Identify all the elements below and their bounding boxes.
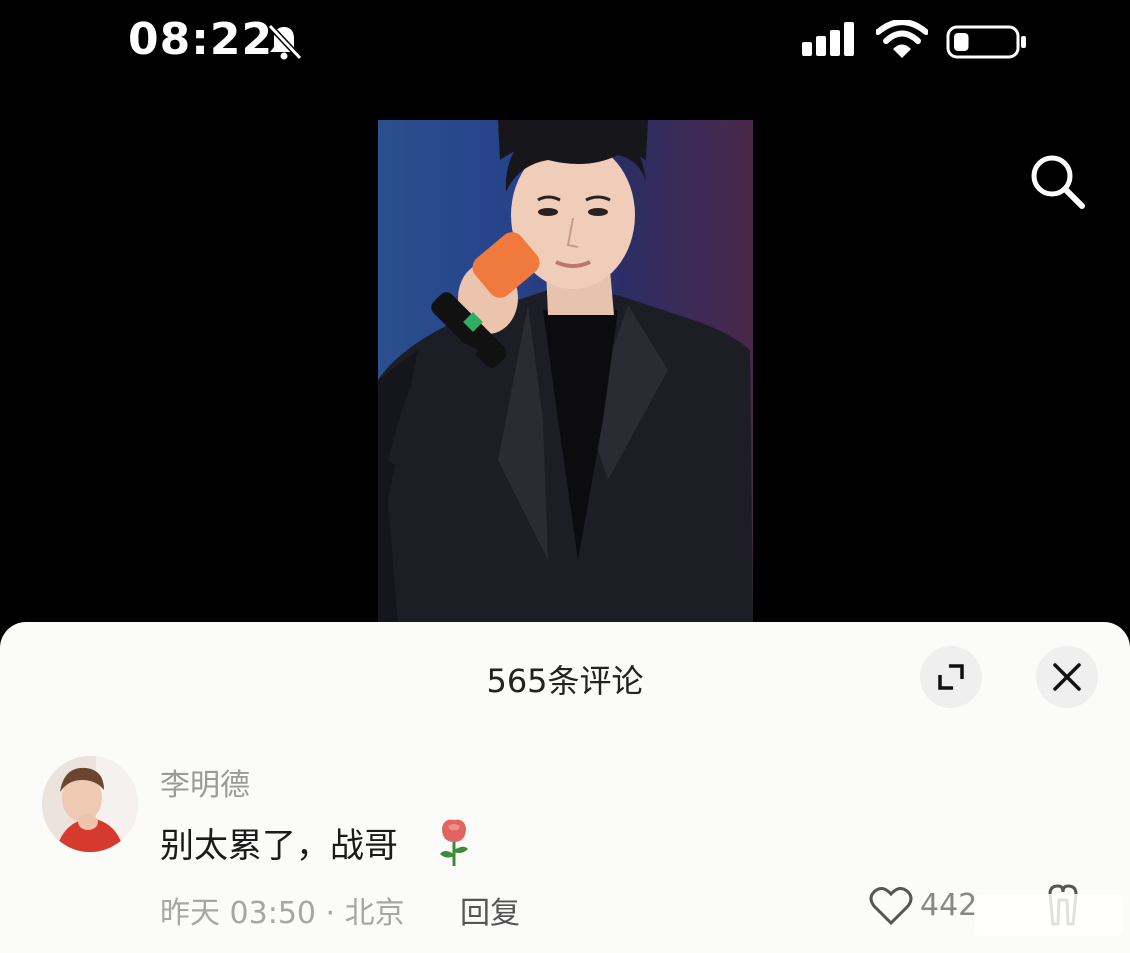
- heart-icon[interactable]: [868, 884, 914, 926]
- battery-icon: [946, 25, 1026, 59]
- status-bar: 08:22: [0, 0, 1130, 86]
- comment-sheet: 565条评论 李明德 别太累了，战哥 昨天 03:50 · 北京 回复 442: [0, 622, 1130, 953]
- rose-icon: [440, 819, 468, 866]
- signal-icon: [802, 22, 854, 56]
- expand-button[interactable]: [920, 646, 982, 708]
- comment-text: 别太累了，战哥: [160, 826, 398, 866]
- person-photo-illustration: [378, 120, 753, 622]
- close-icon: [1053, 663, 1081, 691]
- status-time: 08:22: [128, 14, 274, 65]
- avatar[interactable]: [42, 756, 138, 852]
- comment-time-location: 昨天 03:50 · 北京: [160, 896, 405, 931]
- like-count: 442: [920, 888, 978, 923]
- reply-button[interactable]: 回复: [460, 888, 520, 932]
- comment-username[interactable]: 李明德: [160, 760, 250, 804]
- search-icon[interactable]: [1026, 150, 1090, 214]
- video-thumbnail[interactable]: [378, 120, 753, 622]
- bell-muted-icon: [267, 23, 303, 61]
- watermark-overlay: [975, 894, 1123, 936]
- wifi-icon: [876, 20, 928, 58]
- expand-icon: [938, 664, 964, 690]
- close-button[interactable]: [1036, 646, 1098, 708]
- avatar-image: [42, 756, 138, 852]
